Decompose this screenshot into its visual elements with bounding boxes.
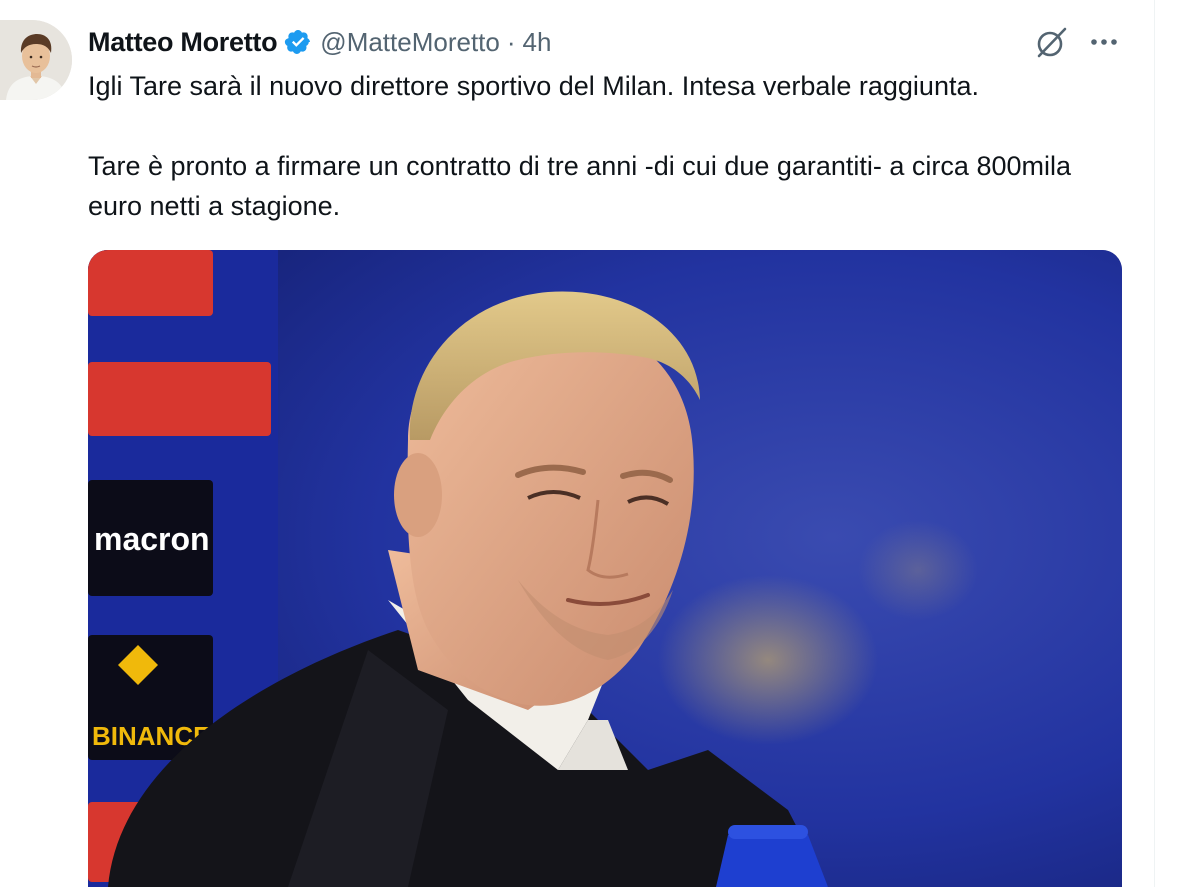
tweet-timestamp[interactable]: 4h bbox=[523, 27, 552, 58]
tweet-paragraph: Igli Tare sarà il nuovo direttore sporti… bbox=[88, 71, 979, 101]
tweet-text: Igli Tare sarà il nuovo direttore sporti… bbox=[88, 66, 1128, 226]
grok-icon[interactable] bbox=[1033, 25, 1069, 61]
tweet-header: Matteo Moretto @MatteMoretto · 4h bbox=[88, 22, 551, 62]
timeline-divider bbox=[1154, 0, 1184, 887]
avatar[interactable] bbox=[0, 20, 72, 100]
author-handle[interactable]: @MatteMoretto bbox=[320, 27, 500, 58]
sponsor-board-text: macron bbox=[94, 521, 210, 557]
more-options-icon[interactable] bbox=[1086, 27, 1122, 57]
verified-badge-icon bbox=[284, 28, 312, 56]
tweet-paragraph: Tare è pronto a firmare un contratto di … bbox=[88, 151, 1071, 221]
meta-separator: · bbox=[506, 26, 516, 57]
tweet-media-photo[interactable]: macron BINANCE bbox=[88, 250, 1122, 887]
author-display-name[interactable]: Matteo Moretto bbox=[88, 27, 278, 58]
